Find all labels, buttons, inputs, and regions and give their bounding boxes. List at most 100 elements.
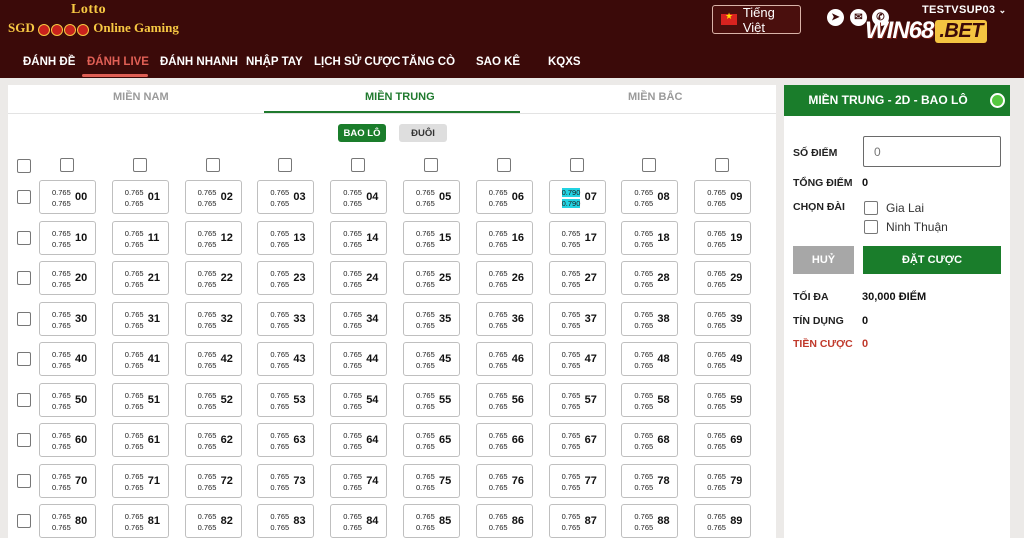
tab-mien-bac[interactable]: MIỀN BẮC [628, 91, 682, 103]
number-cell-74[interactable]: 0.765 0.765 74 [330, 463, 388, 498]
number-cell-68[interactable]: 0.765 0.765 68 [621, 423, 679, 457]
number-cell-04[interactable]: 0.765 0.765 04 [330, 180, 388, 214]
nav-lich-su-cuoc[interactable]: LỊCH SỬ CƯỢC [314, 56, 400, 68]
number-cell-15[interactable]: 0.765 0.765 15 [403, 220, 460, 255]
number-cell-86[interactable]: 0.765 0.765 86 [475, 504, 533, 538]
column-checkbox[interactable] [424, 158, 438, 172]
number-cell-29[interactable]: 0.765 0.765 29 [694, 261, 752, 295]
nav-danh-nhanh[interactable]: ĐÁNH NHANH [160, 56, 238, 68]
number-cell-52[interactable]: 0.765 0.765 52 [184, 382, 242, 417]
number-cell-79[interactable]: 0.765 0.765 79 [694, 463, 752, 498]
number-cell-62[interactable]: 0.765 0.765 62 [184, 423, 242, 457]
so-diem-input[interactable] [863, 136, 1001, 167]
number-cell-18[interactable]: 0.765 0.765 18 [621, 220, 679, 255]
number-cell-01[interactable]: 0.765 0.765 01 [111, 180, 169, 214]
telegram-icon[interactable]: ➤ [827, 9, 844, 26]
number-cell-00[interactable]: 0.765 0.765 00 [39, 180, 96, 214]
number-cell-63[interactable]: 0.765 0.765 63 [257, 423, 315, 457]
station-ninh-thuan[interactable]: Ninh Thuận [864, 220, 948, 234]
brand-logo[interactable]: WIN68 .BET [865, 17, 987, 45]
mode-duoi-button[interactable]: ĐUÔI [399, 124, 447, 142]
number-cell-11[interactable]: 0.765 0.765 11 [111, 220, 169, 255]
number-cell-88[interactable]: 0.765 0.765 88 [621, 504, 679, 538]
tab-mien-trung[interactable]: MIỀN TRUNG [365, 91, 435, 103]
number-cell-80[interactable]: 0.765 0.765 80 [39, 504, 96, 538]
user-menu[interactable]: TESTVSUP03 ⌄ [922, 4, 1007, 16]
number-cell-25[interactable]: 0.765 0.765 25 [403, 261, 460, 295]
number-cell-33[interactable]: 0.765 0.765 33 [257, 301, 315, 336]
row-checkbox[interactable] [17, 473, 31, 488]
column-checkbox[interactable] [496, 158, 511, 172]
number-cell-75[interactable]: 0.765 0.765 75 [403, 463, 460, 498]
station-checkbox[interactable] [864, 201, 878, 215]
number-cell-65[interactable]: 0.765 0.765 65 [403, 423, 460, 457]
row-checkbox[interactable] [17, 352, 31, 366]
number-cell-07[interactable]: 0.790 0.790 07 [548, 180, 606, 214]
column-checkbox[interactable] [205, 158, 220, 172]
column-checkbox[interactable] [351, 158, 366, 172]
number-cell-05[interactable]: 0.765 0.765 05 [403, 180, 460, 214]
number-cell-53[interactable]: 0.765 0.765 53 [257, 382, 315, 417]
language-selector[interactable]: Tiếng Việt [712, 5, 801, 35]
lotto-logo[interactable]: Lotto SGD Online Gaming [8, 2, 179, 42]
column-checkbox[interactable] [278, 158, 293, 172]
nav-kqxs[interactable]: KQXS [548, 56, 581, 68]
number-cell-08[interactable]: 0.765 0.765 08 [621, 180, 679, 214]
place-bet-button[interactable]: ĐẶT CƯỢC [863, 246, 1001, 274]
number-cell-57[interactable]: 0.765 0.765 57 [548, 382, 606, 417]
row-checkbox[interactable] [17, 433, 31, 447]
number-cell-82[interactable]: 0.765 0.765 82 [184, 504, 242, 538]
number-cell-87[interactable]: 0.765 0.765 87 [548, 504, 606, 538]
number-cell-27[interactable]: 0.765 0.765 27 [548, 261, 606, 295]
select-all-checkbox[interactable] [17, 159, 31, 173]
number-cell-55[interactable]: 0.765 0.765 55 [403, 382, 460, 417]
number-cell-56[interactable]: 0.765 0.765 56 [475, 382, 533, 417]
number-cell-30[interactable]: 0.765 0.765 30 [39, 301, 96, 336]
number-cell-12[interactable]: 0.765 0.765 12 [184, 220, 242, 255]
number-cell-31[interactable]: 0.765 0.765 31 [111, 301, 169, 336]
number-cell-48[interactable]: 0.765 0.765 48 [621, 342, 679, 376]
number-cell-84[interactable]: 0.765 0.765 84 [330, 504, 388, 538]
number-cell-24[interactable]: 0.765 0.765 24 [330, 261, 388, 295]
number-cell-41[interactable]: 0.765 0.765 41 [111, 342, 169, 376]
number-cell-60[interactable]: 0.765 0.765 60 [39, 423, 96, 457]
number-cell-67[interactable]: 0.765 0.765 67 [548, 423, 606, 457]
number-cell-35[interactable]: 0.765 0.765 35 [403, 301, 460, 336]
number-cell-89[interactable]: 0.765 0.765 89 [694, 504, 752, 538]
nav-nhap-tay[interactable]: NHẬP TAY [246, 56, 303, 68]
number-cell-40[interactable]: 0.765 0.765 40 [39, 342, 96, 376]
column-checkbox[interactable] [642, 158, 657, 172]
number-cell-45[interactable]: 0.765 0.765 45 [403, 342, 460, 376]
nav-sao-ke[interactable]: SAO KÊ [476, 56, 520, 68]
number-cell-09[interactable]: 0.765 0.765 09 [694, 180, 752, 214]
number-cell-36[interactable]: 0.765 0.765 36 [475, 301, 533, 336]
station-checkbox[interactable] [864, 220, 878, 234]
row-checkbox[interactable] [17, 392, 31, 407]
number-cell-03[interactable]: 0.765 0.765 03 [257, 180, 315, 214]
number-cell-59[interactable]: 0.765 0.765 59 [694, 382, 752, 417]
number-cell-39[interactable]: 0.765 0.765 39 [694, 301, 752, 336]
column-checkbox[interactable] [569, 158, 584, 172]
number-cell-72[interactable]: 0.765 0.765 72 [184, 463, 242, 498]
number-cell-32[interactable]: 0.765 0.765 32 [184, 301, 242, 336]
nav-danh-de[interactable]: ĐÁNH ĐỀ [23, 56, 75, 68]
nav-danh-live[interactable]: ĐÁNH LIVE [87, 56, 149, 68]
number-cell-23[interactable]: 0.765 0.765 23 [257, 261, 315, 295]
number-cell-61[interactable]: 0.765 0.765 61 [111, 423, 169, 457]
station-gia-lai[interactable]: Gia Lai [864, 201, 924, 215]
mode-bao-lo-button[interactable]: BAO LÔ [338, 124, 386, 142]
row-checkbox[interactable] [17, 271, 31, 285]
number-cell-83[interactable]: 0.765 0.765 83 [257, 504, 315, 538]
number-cell-21[interactable]: 0.765 0.765 21 [111, 261, 169, 295]
number-cell-66[interactable]: 0.765 0.765 66 [475, 423, 533, 457]
number-cell-02[interactable]: 0.765 0.765 02 [184, 180, 242, 214]
number-cell-54[interactable]: 0.765 0.765 54 [330, 382, 388, 417]
number-cell-28[interactable]: 0.765 0.765 28 [621, 261, 679, 295]
number-cell-44[interactable]: 0.765 0.765 44 [330, 342, 388, 376]
number-cell-16[interactable]: 0.765 0.765 16 [475, 220, 533, 255]
number-cell-51[interactable]: 0.765 0.765 51 [111, 382, 169, 417]
number-cell-19[interactable]: 0.765 0.765 19 [694, 220, 752, 255]
number-cell-38[interactable]: 0.765 0.765 38 [621, 301, 679, 336]
row-checkbox[interactable] [17, 190, 31, 204]
tab-mien-nam[interactable]: MIỀN NAM [113, 91, 169, 103]
